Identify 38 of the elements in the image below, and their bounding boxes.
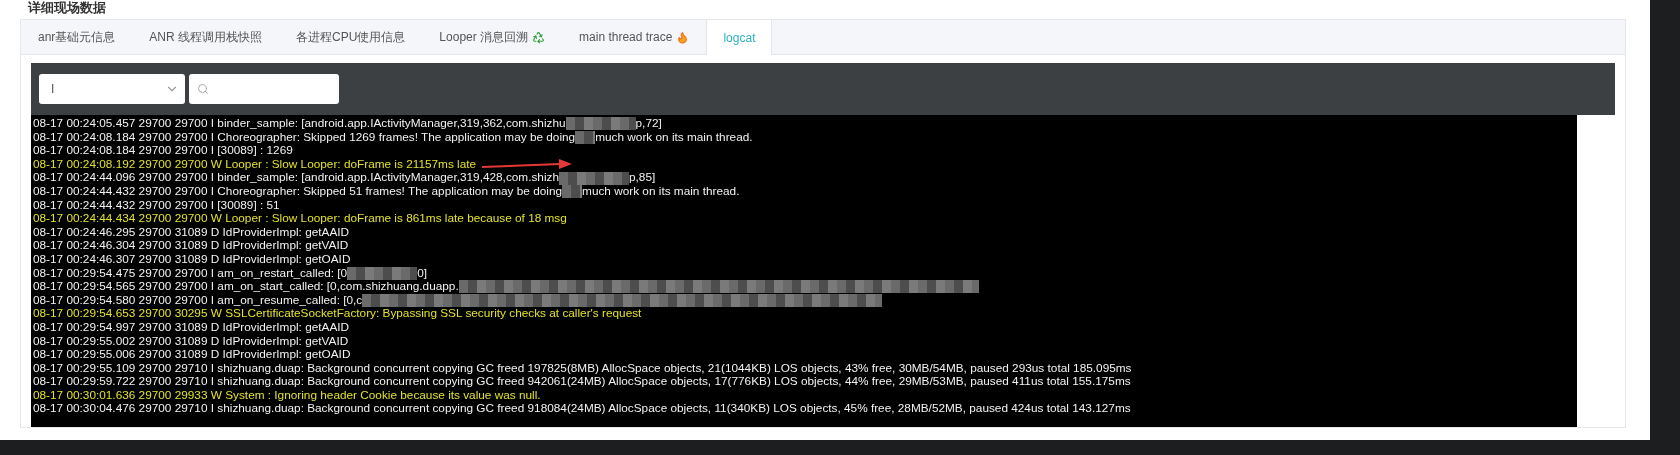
log-text: 08-17 00:29:59.722 29700 29710 I shizhuang.duap: Background concurrent copying GC freed 942061(24MB) AllocSpace objects, 17(776KB) LOS objects, 44% free, 29MB/53MB, paused 411us total 155.175ms — [33, 375, 1131, 389]
log-text: 08-17 00:29:54.580 29700 29700 I am_on_resume_called: [0,c — [33, 293, 363, 308]
level-select[interactable]: I — [39, 74, 185, 104]
log-text: 08-17 00:29:55.002 29700 31089 D IdProviderImpl: getVAID — [33, 334, 349, 349]
section-title: 详细现场数据 — [26, 0, 106, 15]
log-text: 08-17 00:24:44.434 29700 29700 W Looper : Slow Looper: doFrame is 861ms late because of 18 msg — [33, 212, 567, 226]
log-text: 08-17 00:24:46.304 29700 31089 D IdProviderImpl: getVAID — [33, 239, 349, 253]
log-text: 08-17 00:24:44.432 29700 29700 I Choreographer: Skipped 51 frames! The application may be doing — [33, 184, 563, 199]
log-text: 08-17 00:24:08.184 29700 29700 I Choreographer: Skipped 1269 frames! The application may be doing — [33, 130, 576, 145]
search-icon — [197, 83, 209, 95]
log-text: 08-17 00:30:04.476 29700 29710 I shizhuang.duap: Background concurrent copying GC freed 918084(24MB) AllocSpace objects, 11(340KB) LOS objects, 45% free, 28MB/52MB, paused 424us total 143.127ms — [33, 402, 1131, 417]
log-text: 08-17 00:30:01.636 29700 29933 W System : Ignoring header Cookie because its value was null. — [33, 388, 541, 403]
log-text: 08-17 00:24:08.192 29700 29700 W Looper : Slow Looper: doFrame is 21157ms late — [33, 157, 477, 172]
log-text: much work on its main thread. — [582, 184, 740, 199]
tab[interactable]: anr基础元信息 — [21, 20, 133, 54]
log-text: 08-17 00:29:54.475 29700 29700 I am_on_restart_called: [0 — [33, 266, 348, 281]
log-text: 08-17 00:29:54.653 29700 30295 W SSLCertificateSocketFactory: Bypassing SSL security checks at caller's request — [33, 307, 642, 321]
tab[interactable]: Looper 消息回溯 — [422, 20, 563, 54]
log-text: p,85] — [629, 171, 656, 185]
log-text: 08-17 00:24:46.307 29700 31089 D IdProviderImpl: getOAID — [33, 252, 351, 267]
log-text: 08-17 00:24:44.096 29700 29700 I binder_sample: [android.app.IActivityManager,319,428,com.shizh — [33, 171, 559, 185]
log-text: much work on its main thread. — [595, 130, 753, 145]
tab[interactable]: main thread trace — [562, 20, 707, 54]
log-text: p,72] — [635, 117, 662, 131]
log-text: 08-17 00:24:05.457 29700 29700 I binder_sample: [android.app.IActivityManager,319,362,com.shizhu — [33, 117, 566, 131]
log-text: 0] — [417, 266, 427, 281]
log-text: 08-17 00:24:46.295 29700 31089 D IdProviderImpl: getAAID — [33, 225, 350, 240]
log-text: 08-17 00:29:54.997 29700 31089 D IdProviderImpl: getAAID — [33, 320, 350, 335]
flame-icon — [676, 30, 690, 44]
log-text: 08-17 00:24:44.432 29700 29700 I [30089] : 51 — [33, 198, 280, 213]
log-text: 08-17 00:24:08.184 29700 29700 I [30089] : 1269 — [33, 144, 293, 158]
log-text: 08-17 00:29:55.006 29700 31089 D IdProviderImpl: getOAID — [33, 348, 351, 362]
log-text: 08-17 00:29:55.109 29700 29710 I shizhuang.duap: Background concurrent copying GC freed 197825(8MB) AllocSpace objects, 21(1044KB) LOS objects, 43% free, 30MB/54MB, paused 293us total 185.095ms — [33, 361, 1132, 376]
tab[interactable]: 各进程CPU使用信息 — [279, 20, 423, 54]
tab[interactable]: ANR 线程调用栈快照 — [132, 20, 279, 54]
search-field[interactable] — [189, 74, 339, 104]
log-text: 08-17 00:29:54.565 29700 29700 I am_on_start_called: [0,com.shizhuang.duapp. — [33, 280, 459, 294]
recycle-icon — [532, 30, 546, 44]
